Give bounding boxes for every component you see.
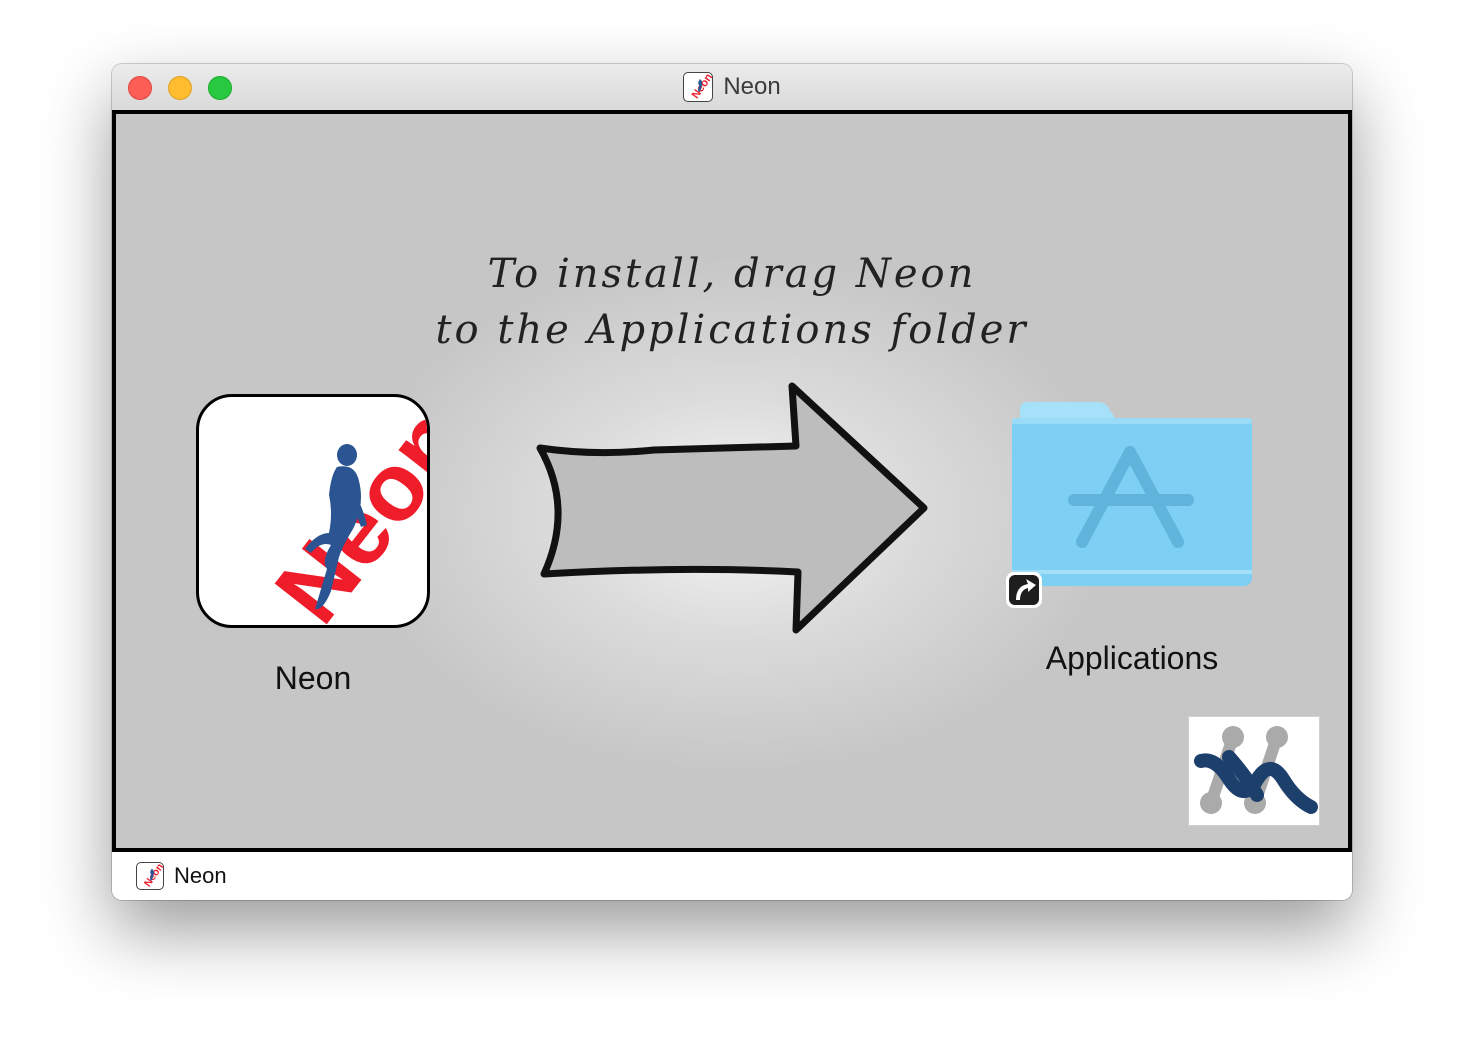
window-title: Neon bbox=[723, 73, 781, 100]
neon-app-icon[interactable]: Neon bbox=[196, 394, 430, 628]
neon-status-icon: Neon bbox=[136, 862, 164, 890]
title-bar[interactable]: Neon Neon bbox=[112, 64, 1352, 111]
instruction-line-2: to the Applications folder bbox=[435, 307, 1029, 353]
status-bar: Neon Neon bbox=[112, 852, 1352, 900]
applications-folder-icon[interactable] bbox=[1012, 396, 1252, 586]
dmg-background: To install, drag Neon to the Application… bbox=[112, 110, 1352, 852]
install-instruction: To install, drag Neon to the Application… bbox=[116, 246, 1348, 358]
instruction-line-1: To install, drag Neon bbox=[487, 251, 977, 297]
alias-arrow-icon bbox=[1006, 572, 1042, 608]
status-bar-label: Neon bbox=[174, 863, 227, 888]
installer-window: Neon Neon To install, drag Neon to the A… bbox=[112, 64, 1352, 900]
drag-arrow-icon bbox=[536, 382, 928, 634]
neon-app-label: Neon bbox=[274, 660, 352, 696]
window-title-area: Neon Neon bbox=[112, 64, 1352, 110]
neon-app-mini-icon: Neon bbox=[683, 72, 714, 102]
applications-folder-label: Applications bbox=[1045, 640, 1219, 676]
vendor-logo bbox=[1188, 716, 1320, 826]
